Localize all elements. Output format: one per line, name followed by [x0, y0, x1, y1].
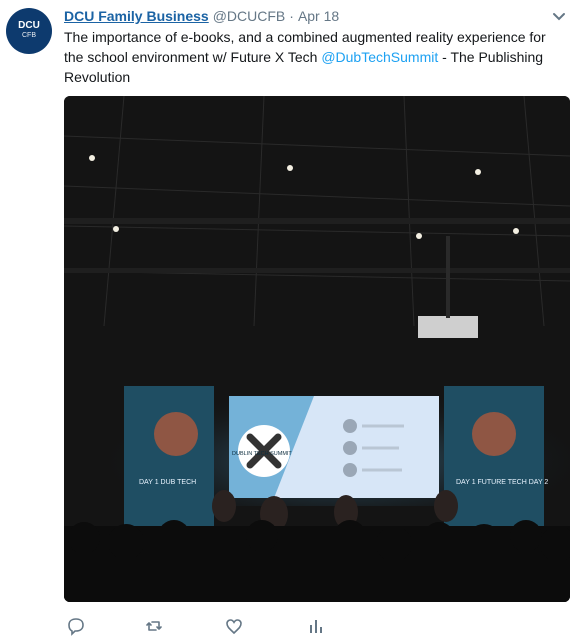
- author-handle[interactable]: @DCUCFB: [213, 8, 286, 24]
- tweet-photo[interactable]: DAY 1 DUB TECH DAY 1 FUTURE TECH DAY 2 D…: [64, 96, 570, 602]
- avatar-subtext: CFB: [21, 32, 36, 39]
- tweet-text: The importance of e-books, and a combine…: [64, 27, 569, 87]
- projector: [418, 316, 478, 338]
- avatar-text: DCU: [18, 20, 40, 31]
- separator: ·: [289, 8, 294, 24]
- screen-title: DUBLIN TECH SUMMIT: [232, 451, 292, 457]
- banner-right-text: DAY 1 FUTURE TECH DAY 2: [456, 479, 548, 486]
- banner-left: [124, 386, 214, 536]
- tweet-actions: [64, 616, 544, 636]
- timestamp[interactable]: Apr 18: [298, 8, 339, 24]
- banner-right: [444, 386, 544, 536]
- like-icon[interactable]: [224, 616, 244, 636]
- audience: [64, 520, 570, 602]
- reply-icon[interactable]: [66, 616, 86, 636]
- analytics-icon[interactable]: [306, 616, 326, 636]
- mention-link[interactable]: @DubTechSummit: [321, 49, 438, 65]
- tweet: DCU CFB DCU Family Business @DCUCFB · Ap…: [0, 0, 578, 637]
- chevron-down-icon[interactable]: [552, 10, 566, 24]
- retweet-icon[interactable]: [144, 616, 164, 636]
- author-name[interactable]: DCU Family Business: [64, 8, 209, 24]
- avatar[interactable]: DCU CFB: [6, 8, 52, 54]
- banner-left-text: DAY 1 DUB TECH: [139, 479, 196, 486]
- tweet-header: DCU Family Business @DCUCFB · Apr 18: [64, 8, 339, 26]
- event-photo-illustration: DAY 1 DUB TECH DAY 1 FUTURE TECH DAY 2 D…: [64, 96, 570, 602]
